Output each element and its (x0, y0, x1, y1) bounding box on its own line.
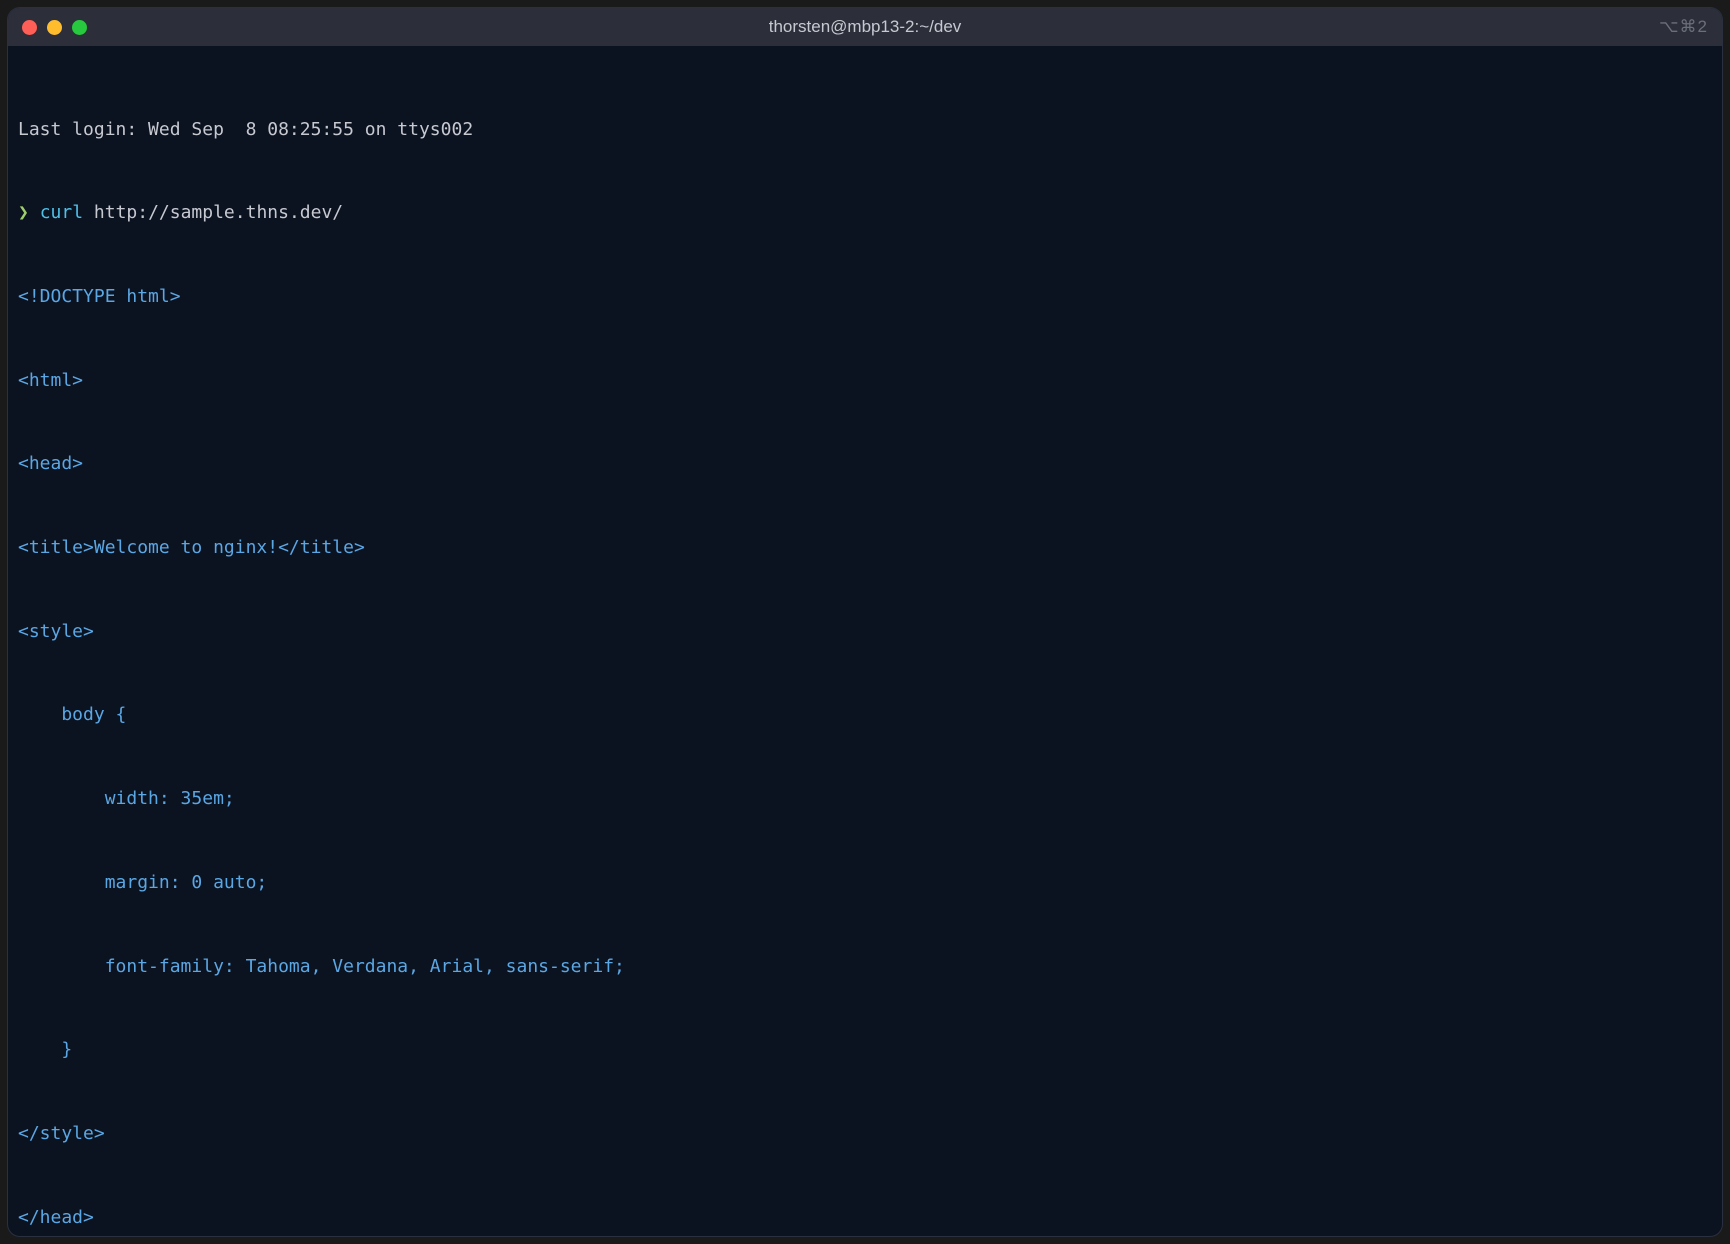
window-pane-badge: ⌥⌘2 (1659, 14, 1708, 40)
terminal-window: thorsten@mbp13-2:~/dev ⌥⌘2 Last login: W… (8, 8, 1722, 1236)
output-line: </style> (18, 1120, 1712, 1148)
title-bar: thorsten@mbp13-2:~/dev ⌥⌘2 (8, 8, 1722, 46)
output-line: body { (18, 701, 1712, 729)
last-login-line: Last login: Wed Sep 8 08:25:55 on ttys00… (18, 116, 1712, 144)
window-title: thorsten@mbp13-2:~/dev (769, 14, 962, 40)
output-line: <title>Welcome to nginx!</title> (18, 534, 1712, 562)
command-name: curl (40, 202, 83, 223)
output-line: <html> (18, 367, 1712, 395)
output-line: } (18, 1036, 1712, 1064)
command-line: ❯ curl http://sample.thns.dev/ (18, 199, 1712, 227)
output-line: font-family: Tahoma, Verdana, Arial, san… (18, 953, 1712, 981)
minimize-button[interactable] (47, 20, 62, 35)
output-line: <head> (18, 450, 1712, 478)
close-button[interactable] (22, 20, 37, 35)
output-line: <style> (18, 618, 1712, 646)
output-line: margin: 0 auto; (18, 869, 1712, 897)
traffic-lights (22, 20, 87, 35)
output-line: <!DOCTYPE html> (18, 283, 1712, 311)
terminal-content[interactable]: Last login: Wed Sep 8 08:25:55 on ttys00… (8, 46, 1722, 1236)
output-line: width: 35em; (18, 785, 1712, 813)
maximize-button[interactable] (72, 20, 87, 35)
output-line: </head> (18, 1204, 1712, 1232)
prompt-char: ❯ (18, 202, 29, 223)
command-arg: http://sample.thns.dev/ (94, 202, 343, 223)
